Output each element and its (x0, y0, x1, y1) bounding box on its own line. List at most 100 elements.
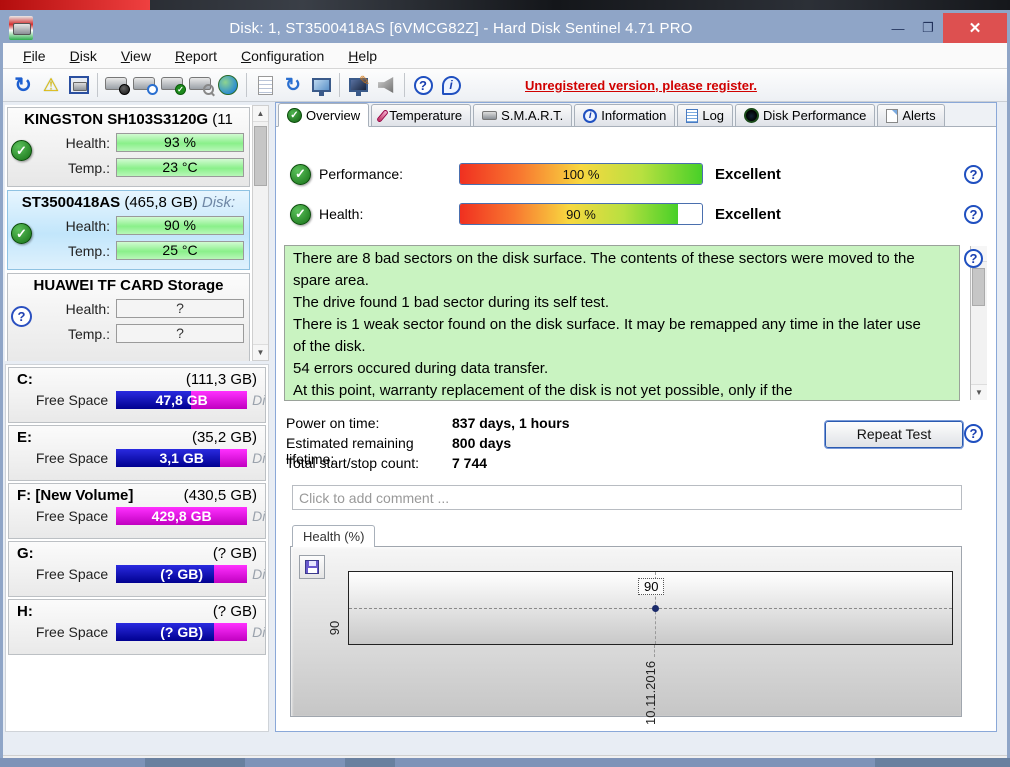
scroll-thumb[interactable] (972, 268, 985, 306)
log-document-icon (686, 109, 698, 123)
toolbar-separator (339, 73, 340, 97)
performance-help-icon[interactable]: ? (964, 165, 983, 184)
chart-tab-health[interactable]: Health (%) (292, 525, 375, 547)
free-space-label: Free Space (9, 392, 116, 408)
health-ok-icon: ✓ (290, 204, 311, 225)
disk-schedule-button[interactable] (130, 71, 158, 99)
partition-letter: F: [New Volume] (17, 487, 133, 504)
preferences-button[interactable]: ✎ (344, 71, 372, 99)
app-window: Disk: 1, ST3500418AS [6VMCG82Z] - Hard D… (0, 10, 1010, 758)
message-help-icon[interactable]: ? (964, 249, 983, 268)
menu-disk[interactable]: Disk (58, 45, 109, 67)
close-button[interactable]: ✕ (943, 13, 1007, 43)
health-help-icon[interactable]: ? (964, 205, 983, 224)
tab-log[interactable]: Log (677, 104, 733, 126)
disk-surface-test-button[interactable] (102, 71, 130, 99)
performance-label: Performance: (319, 166, 459, 182)
chart-data-point[interactable] (652, 605, 659, 612)
disk-item-kingston[interactable]: KINGSTON SH103S3120G (11 ✓ Health: 93 % … (7, 107, 250, 187)
maximize-button[interactable]: ❐ (913, 17, 943, 39)
thermometer-icon (376, 109, 389, 123)
disk-check-icon: ✓ (161, 77, 183, 90)
menu-view[interactable]: View (109, 45, 163, 67)
menu-help[interactable]: Help (336, 45, 389, 67)
partition-letter: C: (17, 371, 33, 388)
online-disk-button[interactable] (214, 71, 242, 99)
disk-search-icon (189, 77, 211, 90)
partition-item-f[interactable]: F: [New Volume] (430,5 GB) Free Space 42… (8, 483, 266, 539)
repeat-test-help-icon[interactable]: ? (964, 424, 983, 443)
disk-analyse-button[interactable] (186, 71, 214, 99)
partition-letter: G: (17, 545, 34, 562)
performance-rating: Excellent (715, 166, 781, 183)
status-unknown-icon: ? (11, 306, 32, 327)
network-status-button[interactable] (307, 71, 335, 99)
send-report-button[interactable]: ↻ (279, 71, 307, 99)
disk-gauge-icon (105, 77, 127, 90)
register-link[interactable]: Unregistered version, please register. (525, 78, 757, 93)
check-icon: ✓ (287, 108, 302, 123)
menu-file[interactable]: File (11, 45, 58, 67)
scroll-thumb[interactable] (254, 126, 267, 186)
start-stop-count-label: Total start/stop count: (286, 455, 452, 471)
start-stop-count-value: 7 744 (452, 455, 487, 471)
health-meter: 90 % (116, 216, 244, 235)
help-icon: ? (414, 76, 433, 95)
disk-item-huawei[interactable]: HUAWEI TF CARD Storage ? Health: ? Temp.… (7, 273, 250, 361)
sound-settings-button[interactable] (372, 71, 400, 99)
partition-item-e[interactable]: E: (35,2 GB) Free Space 3,1 GB Disk (8, 425, 266, 481)
free-space-bar: 429,8 GB (116, 507, 247, 525)
partition-item-c[interactable]: C: (111,3 GB) Free Space 47,8 GB Disk (8, 367, 266, 423)
menu-report[interactable]: Report (163, 45, 229, 67)
tab-temperature[interactable]: Temperature (371, 104, 471, 126)
sidebar: KINGSTON SH103S3120G (11 ✓ Health: 93 % … (5, 105, 269, 732)
rescan-warning-button[interactable]: ⚠ (37, 71, 65, 99)
scroll-up-icon[interactable]: ▲ (253, 106, 268, 122)
speaker-icon (378, 77, 394, 93)
tab-information[interactable]: iInformation (574, 104, 675, 126)
tab-alerts[interactable]: Alerts (877, 104, 944, 126)
report-button[interactable] (251, 71, 279, 99)
temp-label: Temp.: (8, 243, 116, 259)
comment-input[interactable] (292, 485, 962, 510)
partition-size: (? GB) (213, 545, 257, 562)
tab-overview[interactable]: ✓Overview (278, 103, 369, 127)
message-scrollbar[interactable]: ▲ ▼ (970, 246, 987, 400)
taskbar[interactable] (0, 758, 1010, 767)
titlebar[interactable]: Disk: 1, ST3500418AS [6VMCG82Z] - Hard D… (3, 13, 1007, 43)
disk-item-st3500418as-selected[interactable]: ST3500418AS (465,8 GB) Disk: ✓ Health: 9… (7, 190, 250, 270)
information-icon: i (583, 109, 597, 123)
tab-smart[interactable]: S.M.A.R.T. (473, 104, 572, 126)
minimize-button[interactable]: — (883, 17, 913, 39)
window-title: Disk: 1, ST3500418AS [6VMCG82Z] - Hard D… (39, 20, 883, 37)
pencil-icon: ✎ (359, 73, 370, 89)
temp-label: Temp.: (8, 326, 116, 342)
scroll-down-icon[interactable]: ▼ (971, 384, 987, 400)
disk-title: HUAWEI TF CARD Storage (8, 274, 249, 294)
disk-list-scrollbar[interactable]: ▲ ▼ (252, 105, 269, 361)
save-chart-button[interactable] (299, 555, 325, 579)
repeat-test-button[interactable]: Repeat Test (825, 421, 963, 448)
help-button[interactable]: ? (409, 71, 437, 99)
free-space-label: Free Space (9, 450, 116, 466)
menu-configuration[interactable]: Configuration (229, 45, 336, 67)
partition-item-g[interactable]: G: (? GB) Free Space (? GB) Disk (8, 541, 266, 597)
detect-disks-button[interactable] (65, 71, 93, 99)
disk-title: KINGSTON SH103S3120G (11 (8, 108, 249, 128)
tabstrip: ✓Overview Temperature S.M.A.R.T. iInform… (276, 103, 996, 127)
performance-ok-icon: ✓ (290, 164, 311, 185)
refresh-button[interactable]: ↻ (9, 71, 37, 99)
partition-item-h[interactable]: H: (? GB) Free Space (? GB) Disk (8, 599, 266, 655)
status-ok-icon: ✓ (11, 223, 32, 244)
toolbar: ↻ ⚠ ✓ ↻ ✎ ? i Unregistered version, plea… (3, 69, 1007, 102)
disk-selftest-button[interactable]: ✓ (158, 71, 186, 99)
clipped-text: Disk (252, 566, 265, 582)
toolbar-separator (246, 73, 247, 97)
health-label: Health: (319, 206, 459, 222)
partition-size: (? GB) (213, 603, 257, 620)
tab-disk-performance[interactable]: Disk Performance (735, 104, 875, 126)
scroll-down-icon[interactable]: ▼ (253, 344, 268, 360)
partition-size: (35,2 GB) (192, 429, 257, 446)
about-button[interactable]: i (437, 71, 465, 99)
partition-letter: E: (17, 429, 32, 446)
